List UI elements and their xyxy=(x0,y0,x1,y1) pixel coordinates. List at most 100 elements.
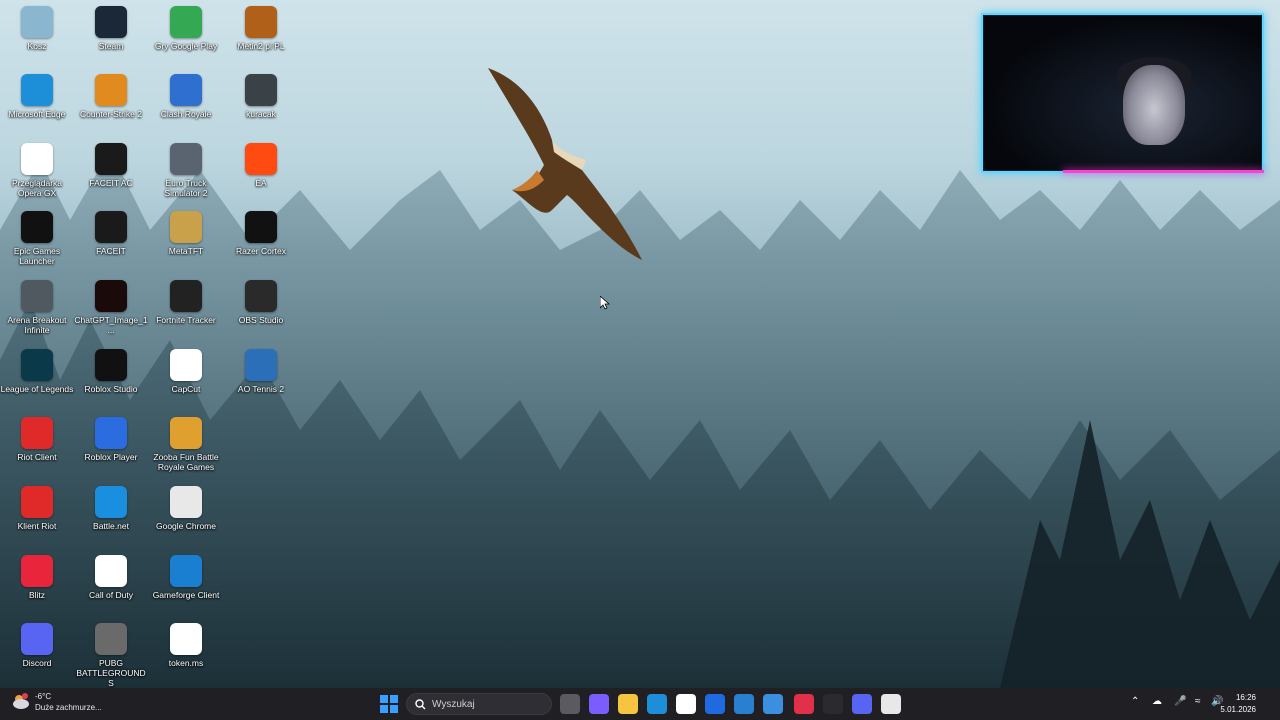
desktop-icon[interactable]: Counter-Strike 2 xyxy=(74,74,148,119)
desktop-icon-label: Battle.net xyxy=(93,521,129,531)
desktop-icon[interactable]: Steam xyxy=(74,6,148,51)
desktop-icon[interactable]: Metin2 pl PL xyxy=(224,6,298,51)
desktop-icon[interactable]: ChatGPT_Image_1... xyxy=(74,280,148,335)
chrome-icon xyxy=(170,486,202,518)
edge-icon[interactable] xyxy=(647,694,667,714)
webcam-overlay xyxy=(981,13,1264,173)
desktop-icon-label: Microsoft Edge xyxy=(8,109,66,119)
desktop-icon[interactable]: kuracak xyxy=(224,74,298,119)
desktop-icon[interactable]: Clash Royale xyxy=(149,74,223,119)
desktop-icon[interactable]: EA xyxy=(224,143,298,188)
opera-gx-icon[interactable] xyxy=(794,694,814,714)
image-file-icon xyxy=(95,280,127,312)
clash-royale-icon xyxy=(170,74,202,106)
desktop-icon[interactable]: Arena Breakout Infinite xyxy=(0,280,74,335)
fortnite-tracker-icon xyxy=(170,280,202,312)
desktop-icon[interactable]: Euro Truck Simulator 2 xyxy=(149,143,223,198)
riot-client-icon xyxy=(21,486,53,518)
desktop-icon-label: Fortnite Tracker xyxy=(156,315,216,325)
desktop-icon[interactable]: MetaTFT xyxy=(149,211,223,256)
microsoft-store-icon[interactable] xyxy=(676,694,696,714)
desktop-icon[interactable]: FACEIT AC xyxy=(74,143,148,188)
onedrive-cloud-icon[interactable]: ☁ xyxy=(1152,696,1162,707)
roblox-player-icon xyxy=(95,417,127,449)
desktop-icon[interactable]: Epic Games Launcher xyxy=(0,211,74,266)
desktop-icon[interactable]: League of Legends xyxy=(0,349,74,394)
desktop-icon[interactable]: Razer Cortex xyxy=(224,211,298,256)
desktop-icon-label: Zooba Fun Battle Royale Games xyxy=(153,452,219,472)
metatft-icon xyxy=(170,211,202,243)
clock[interactable]: 16:26 5.01.2026 xyxy=(1220,692,1256,716)
image-thumbnail-icon xyxy=(245,74,277,106)
desktop-icon-label: Euro Truck Simulator 2 xyxy=(164,178,208,198)
faceit-ac-icon xyxy=(95,143,127,175)
show-hidden-icons-chevron-icon[interactable]: ⌃ xyxy=(1131,696,1139,707)
desktop-icon[interactable]: CapCut xyxy=(149,349,223,394)
desktop-icon-label: CapCut xyxy=(171,384,201,394)
task-view-icon[interactable] xyxy=(560,694,580,714)
desktop-icon[interactable]: Zooba Fun Battle Royale Games xyxy=(149,417,223,472)
microphone-icon[interactable]: 🎤 xyxy=(1174,696,1186,707)
desktop-icon-label: EA xyxy=(255,178,267,188)
dropbox-icon[interactable] xyxy=(705,694,725,714)
wifi-icon[interactable]: ≈ xyxy=(1195,696,1201,707)
weather-description: Duże zachmurze... xyxy=(35,703,102,712)
desktop-icon[interactable]: FACEIT xyxy=(74,211,148,256)
discord-icon[interactable] xyxy=(852,694,872,714)
desktop-icon[interactable]: Kosz xyxy=(0,6,74,51)
desktop-icon[interactable]: Battle.net xyxy=(74,486,148,531)
desktop-icon-label: token.ms xyxy=(168,658,204,668)
obs-icon xyxy=(245,280,277,312)
desktop-icon[interactable]: Roblox Player xyxy=(74,417,148,462)
copilot-icon[interactable] xyxy=(589,694,609,714)
riot-client-icon xyxy=(21,417,53,449)
desktop-icon-label: Arena Breakout Infinite xyxy=(7,315,67,335)
weather-temperature: -6°C xyxy=(35,692,52,701)
eagle-image xyxy=(488,68,642,260)
file-explorer-icon[interactable] xyxy=(618,694,638,714)
desktop-icon-label: League of Legends xyxy=(0,384,74,394)
clock-time: 16:26 xyxy=(1235,693,1256,702)
search-icon xyxy=(415,698,426,709)
desktop-icon[interactable]: Gry Google Play xyxy=(149,6,223,51)
desktop-icon[interactable]: Fortnite Tracker xyxy=(149,280,223,325)
app-icon[interactable] xyxy=(734,694,754,714)
desktop-icon-label: FACEIT AC xyxy=(89,178,133,188)
mouse-cursor-icon xyxy=(600,296,610,310)
capcut-icon xyxy=(170,349,202,381)
desktop-icon[interactable]: Discord xyxy=(0,623,74,668)
desktop-icon[interactable]: OBS Studio xyxy=(224,280,298,325)
desktop-icon[interactable]: Blitz xyxy=(0,555,74,600)
steam-tray-icon[interactable] xyxy=(823,694,843,714)
desktop-icon-label: Google Chrome xyxy=(155,521,216,531)
desktop-icon-label: Razer Cortex xyxy=(235,246,287,256)
desktop-icon[interactable]: AO Tennis 2 xyxy=(224,349,298,394)
desktop-icon[interactable]: Riot Client xyxy=(0,417,74,462)
desktop-icon-label: Discord xyxy=(22,658,52,668)
mail-icon[interactable] xyxy=(763,694,783,714)
desktop-icon-label: Call of Duty xyxy=(89,590,133,600)
desktop-icon-label: OBS Studio xyxy=(238,315,284,325)
chrome-icon[interactable] xyxy=(881,694,901,714)
desktop-icon-label: PUBG BATTLEGROUNDS xyxy=(76,658,146,688)
ea-icon xyxy=(245,143,277,175)
taskbar-search[interactable]: Wyszukaj xyxy=(406,693,552,715)
zooba-icon xyxy=(170,417,202,449)
desktop-icon-label: Riot Client xyxy=(17,452,57,462)
desktop-icon[interactable]: Google Chrome xyxy=(149,486,223,531)
pubg-icon xyxy=(95,623,127,655)
desktop-icon-label: Counter-Strike 2 xyxy=(80,109,142,119)
weather-widget[interactable]: -6°C Duże zachmurze... xyxy=(10,691,102,713)
desktop-icon[interactable]: Przeglądarka Opera GX xyxy=(0,143,74,198)
desktop-icon[interactable]: Roblox Studio xyxy=(74,349,148,394)
desktop-icon[interactable]: Klient Riot xyxy=(0,486,74,531)
desktop-icon[interactable]: Gameforge Client xyxy=(149,555,223,600)
league-of-legends-icon xyxy=(21,349,53,381)
start-button[interactable] xyxy=(380,695,398,713)
desktop-icon[interactable]: Microsoft Edge xyxy=(0,74,74,119)
desktop-icon[interactable]: Call of Duty xyxy=(74,555,148,600)
desktop-icon[interactable]: PUBG BATTLEGROUNDS xyxy=(74,623,148,688)
desktop-icon[interactable]: token.ms xyxy=(149,623,223,668)
desktop-icon-label: Gameforge Client xyxy=(152,590,220,600)
webcam-person xyxy=(1123,65,1185,145)
